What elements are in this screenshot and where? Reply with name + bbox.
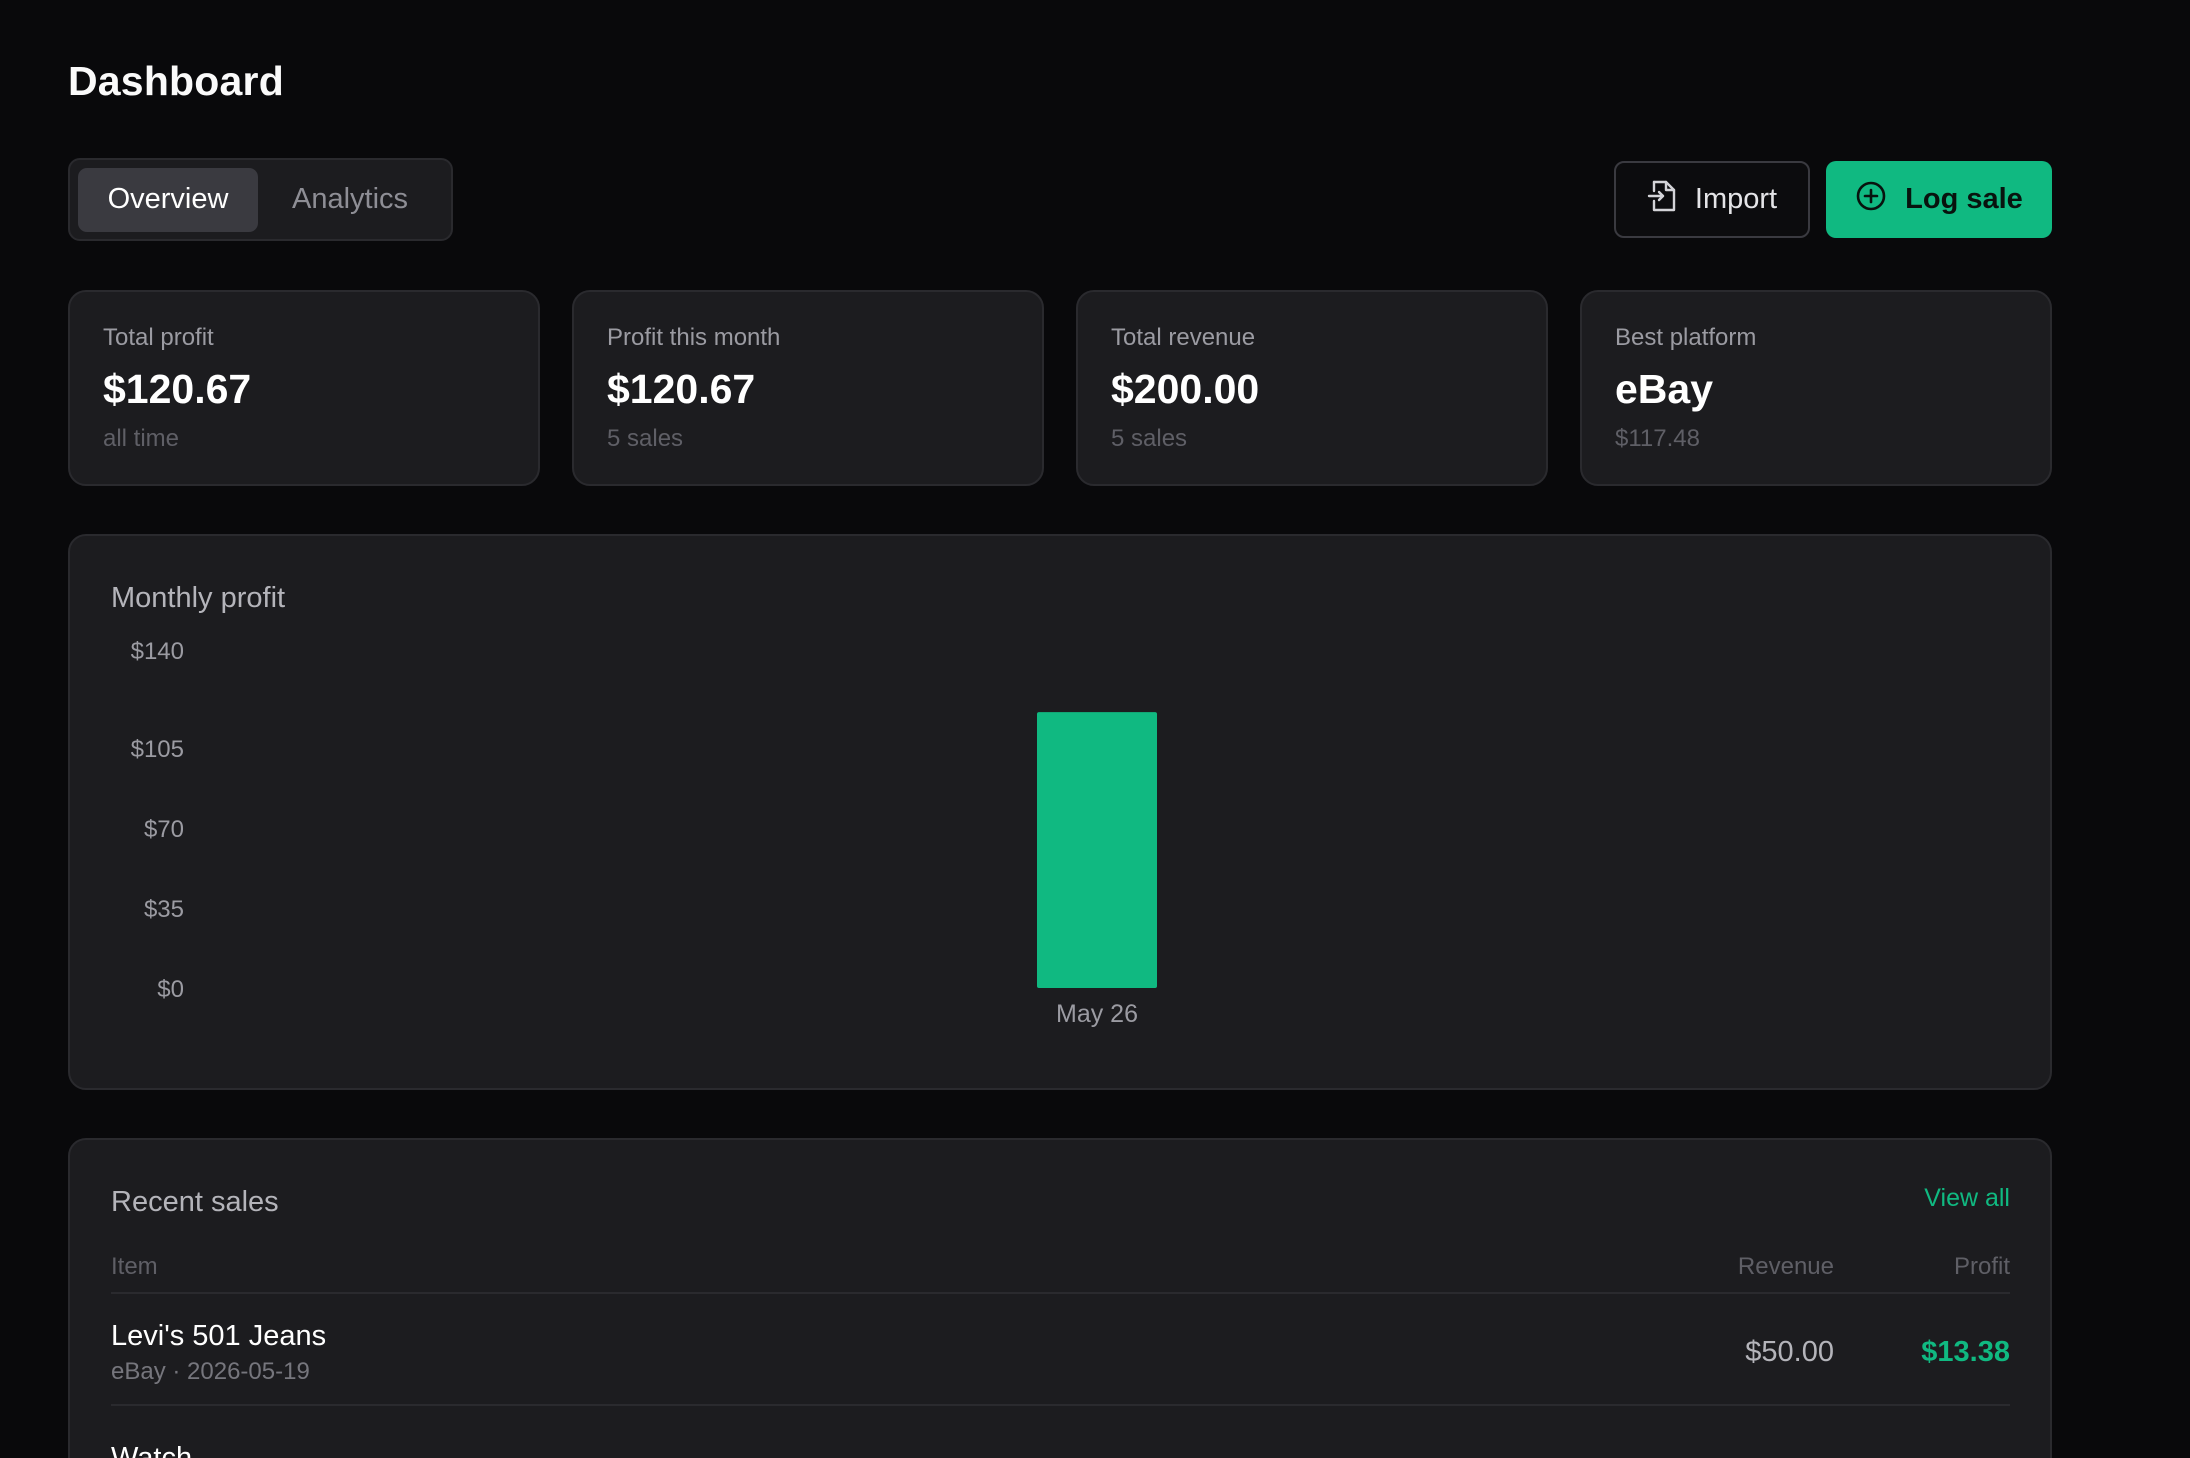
stat-card-total-revenue: Total revenue $200.00 5 sales [1076, 290, 1548, 486]
recent-sales-panel: Recent sales View all Item Revenue Profi… [68, 1138, 2052, 1458]
chart-bar[interactable] [1037, 712, 1157, 988]
import-label: Import [1694, 183, 1778, 215]
import-button[interactable]: Import [1614, 161, 1810, 238]
sale-item-name: Levi's 501 Jeans [111, 1320, 327, 1352]
sale-item-meta: eBay · 2026-05-19 [111, 1358, 310, 1385]
header-divider [111, 1292, 2010, 1294]
stat-value: $120.67 [607, 366, 756, 412]
y-tick-label: $140 [131, 638, 184, 665]
stat-value: $200.00 [1111, 366, 1260, 412]
dashboard-page: Dashboard Overview Analytics Import Log … [0, 0, 2190, 1458]
column-header-profit[interactable]: Profit [1954, 1253, 2010, 1281]
stat-label: Total profit [103, 324, 214, 351]
column-header-item[interactable]: Item [111, 1253, 158, 1281]
stat-card-best-platform: Best platform eBay $117.48 [1580, 290, 2052, 486]
stat-label: Best platform [1615, 324, 1757, 351]
column-header-revenue[interactable]: Revenue [1738, 1253, 1834, 1281]
log-sale-label: Log sale [1905, 183, 2023, 215]
sale-item-name: Watch [111, 1442, 193, 1458]
sale-revenue: $50.00 [1745, 1336, 1834, 1368]
stat-card-total-profit: Total profit $120.67 all time [68, 290, 540, 486]
file-import-icon [1647, 179, 1677, 221]
view-tabs: Overview Analytics [68, 158, 453, 241]
stat-label: Profit this month [607, 324, 781, 351]
sale-profit: $13.38 [1921, 1336, 2010, 1368]
stat-subtext: $117.48 [1615, 425, 1700, 452]
stat-value: eBay [1615, 366, 1714, 412]
monthly-profit-panel: Monthly profit $140 $105 $70 $35 $0 May 26 [68, 534, 2052, 1090]
monthly-profit-chart: $140 $105 $70 $35 $0 May 26 [131, 638, 1157, 1028]
plus-circle-icon [1855, 180, 1887, 220]
x-tick-label: May 26 [1056, 1000, 1138, 1028]
view-all-link[interactable]: View all [1924, 1184, 2010, 1213]
y-tick-label: $105 [131, 736, 184, 763]
stat-subtext: 5 sales [607, 425, 684, 452]
tab-overview[interactable]: Overview [78, 167, 258, 232]
y-tick-label: $70 [144, 816, 184, 843]
y-tick-label: $35 [144, 896, 184, 923]
log-sale-button[interactable]: Log sale [1826, 161, 2052, 238]
stat-value: $120.67 [103, 366, 252, 412]
stat-label: Total revenue [1111, 324, 1256, 351]
recent-sales-title: Recent sales [111, 1186, 279, 1218]
stat-subtext: all time [103, 425, 180, 452]
stat-subtext: 5 sales [1111, 425, 1188, 452]
tab-analytics[interactable]: Analytics [260, 168, 440, 232]
stat-card-profit-this-month: Profit this month $120.67 5 sales [572, 290, 1044, 486]
row-divider [111, 1404, 2010, 1406]
page-title: Dashboard [68, 58, 284, 104]
y-tick-label: $0 [157, 976, 184, 1003]
